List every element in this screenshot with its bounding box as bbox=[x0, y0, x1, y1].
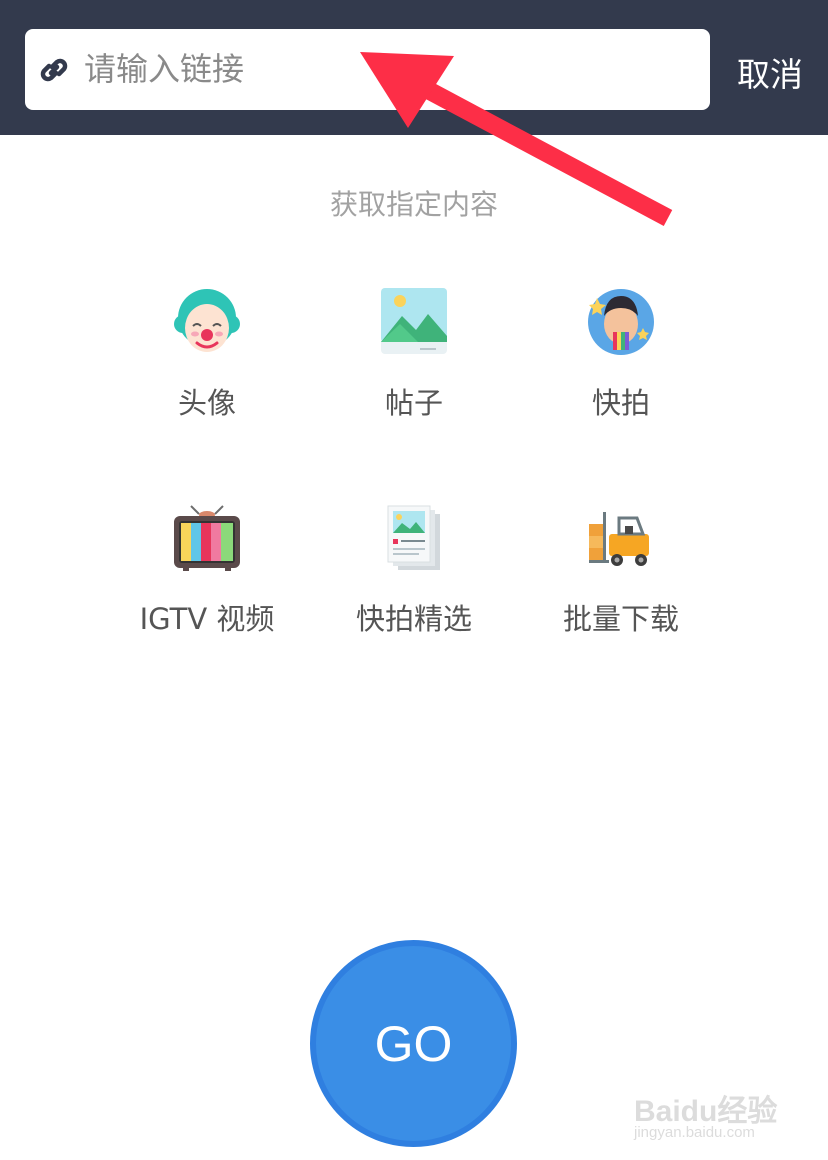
search-input[interactable] bbox=[84, 44, 684, 94]
picture-post-icon bbox=[381, 288, 447, 354]
grid-item-igtv[interactable]: IGTV 视频 bbox=[107, 504, 307, 654]
clown-avatar-icon bbox=[174, 289, 240, 352]
top-bar: 取消 bbox=[0, 0, 828, 135]
grid-item-label: 快拍精选 bbox=[355, 602, 472, 636]
link-icon bbox=[40, 58, 68, 82]
grid-item-label: 批量下载 bbox=[562, 602, 679, 636]
grid-item-label: 头像 bbox=[177, 386, 236, 420]
section-title: 获取指定内容 bbox=[329, 188, 498, 221]
tv-icon bbox=[174, 505, 240, 571]
forklift-icon bbox=[589, 512, 649, 566]
highlights-stack-icon bbox=[387, 505, 440, 570]
grid-item-label: 帖子 bbox=[384, 386, 443, 420]
go-button[interactable]: GO bbox=[310, 940, 517, 1147]
watermark-sub: jingyan.baidu.com bbox=[634, 1124, 755, 1141]
story-face-icon bbox=[588, 289, 654, 355]
grid-item-batch-download[interactable]: 批量下载 bbox=[521, 504, 721, 654]
page: 取消 获取指定内容 头像 帖子 bbox=[0, 0, 828, 1160]
grid-item-label: IGTV 视频 bbox=[139, 602, 275, 636]
grid-item-story[interactable]: 快拍 bbox=[521, 288, 721, 438]
grid-item-post[interactable]: 帖子 bbox=[314, 288, 514, 438]
baidu-watermark: Baidu经验 jingyan.baidu.com bbox=[630, 1070, 820, 1150]
grid-item-highlights[interactable]: 快拍精选 bbox=[314, 504, 514, 654]
cancel-button[interactable]: 取消 bbox=[737, 48, 803, 96]
grid-item-avatar[interactable]: 头像 bbox=[107, 288, 307, 438]
grid-item-label: 快拍 bbox=[591, 386, 650, 420]
